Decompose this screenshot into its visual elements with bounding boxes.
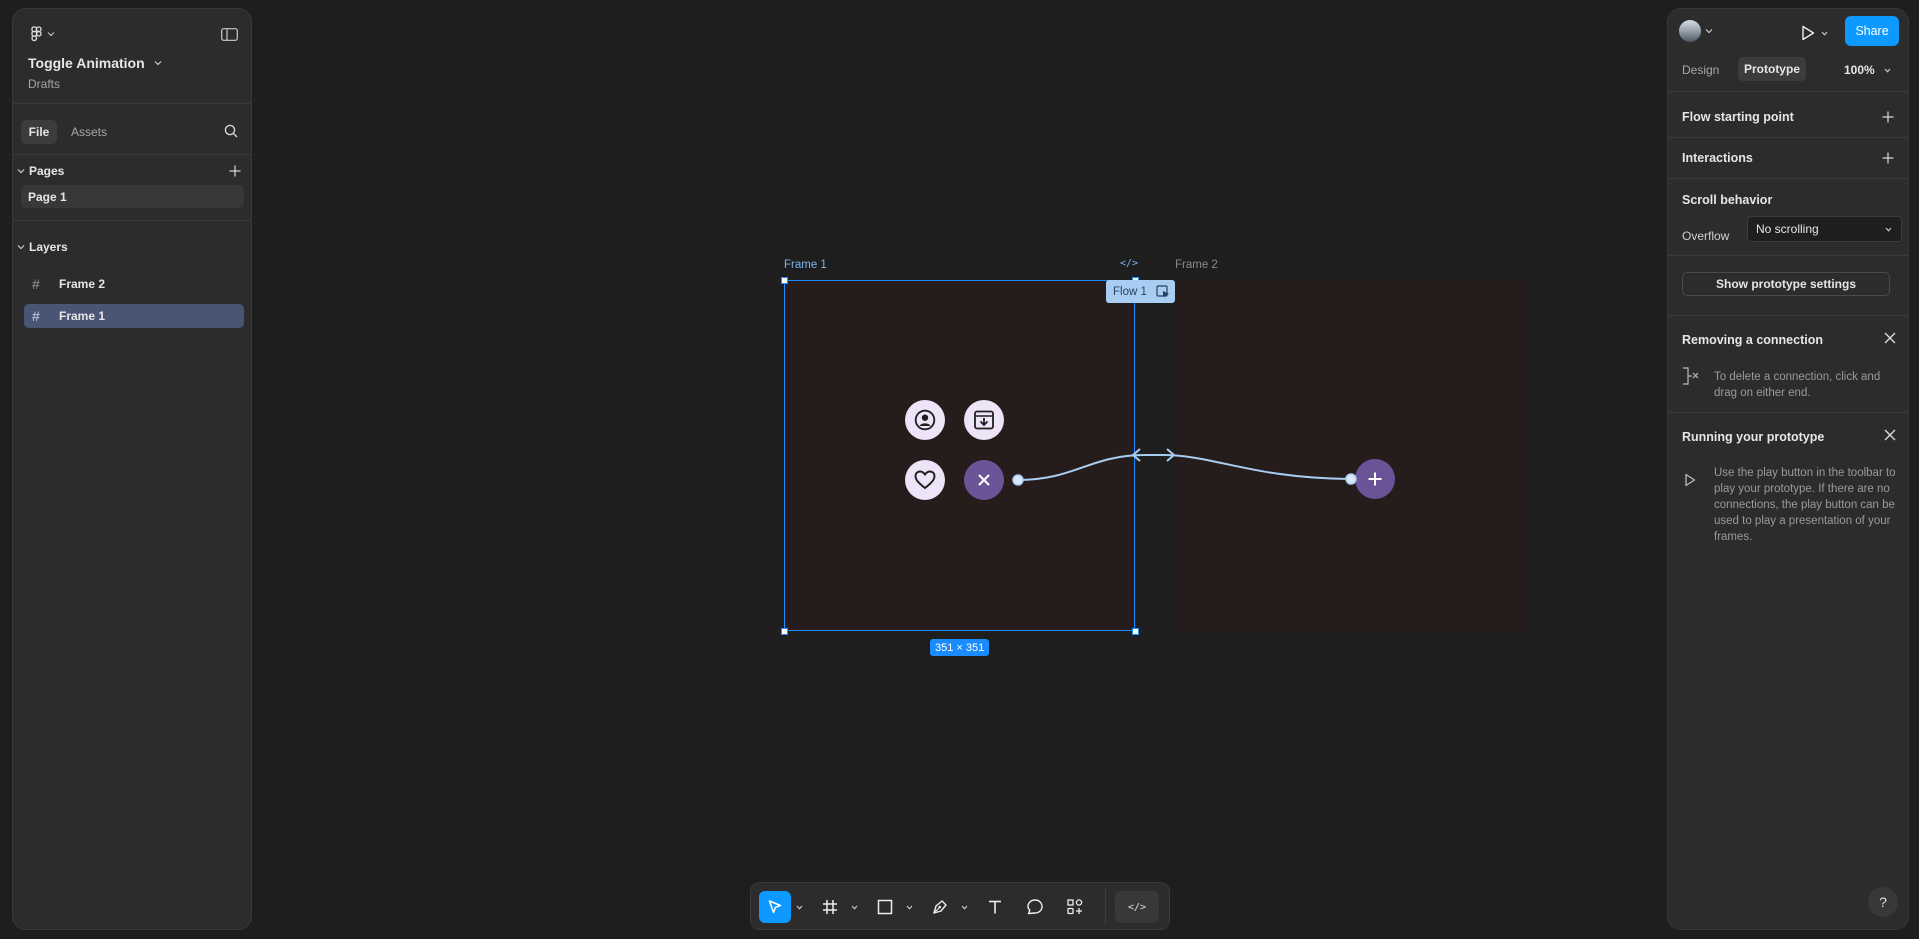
tab-prototype[interactable]: Prototype	[1738, 57, 1806, 81]
help-button[interactable]: ?	[1868, 887, 1898, 917]
chevron-down-icon	[1821, 31, 1827, 36]
divider	[1668, 255, 1908, 256]
prototype-connector[interactable]	[0, 0, 1919, 939]
frame-tool-icon	[823, 900, 837, 914]
pen-tool-icon	[933, 900, 947, 914]
running-prototype-text: Use the play button in the toolbar to pl…	[1714, 467, 1896, 543]
pen-tool-menu[interactable]	[959, 899, 969, 915]
text-tool-button[interactable]	[979, 891, 1011, 923]
running-prototype-title: Running your prototype	[1682, 430, 1825, 444]
toolbar-divider	[1105, 889, 1106, 925]
chevron-down-icon	[851, 905, 857, 910]
flow-starting-point-row[interactable]: Flow starting point	[1668, 97, 1908, 137]
dismiss-running-tip-button[interactable]	[1878, 423, 1902, 447]
play-icon	[1684, 473, 1696, 490]
plus-icon[interactable]	[1882, 111, 1894, 123]
move-tool-menu[interactable]	[794, 899, 804, 915]
text-tool-icon	[989, 900, 1001, 914]
present-options-button[interactable]	[1819, 27, 1829, 39]
actions-icon	[1067, 899, 1083, 915]
chevron-down-icon	[796, 905, 802, 910]
pen-tool-button[interactable]	[924, 891, 956, 923]
tab-design[interactable]: Design	[1682, 63, 1719, 77]
rectangle-tool-button[interactable]	[869, 891, 901, 923]
divider	[1668, 412, 1908, 413]
zoom-level: 100%	[1844, 63, 1875, 77]
move-tool-icon	[768, 900, 782, 914]
show-prototype-settings-button[interactable]: Show prototype settings	[1682, 272, 1890, 296]
help-icon: ?	[1879, 894, 1887, 910]
comment-tool-button[interactable]	[1019, 891, 1051, 923]
flow-starting-point-label: Flow starting point	[1682, 110, 1794, 124]
interactions-label: Interactions	[1682, 151, 1753, 165]
divider	[1668, 178, 1908, 179]
actions-button[interactable]	[1059, 891, 1091, 923]
right-panel: Share Design Prototype 100% Flow startin…	[1667, 8, 1909, 930]
dev-mode-icon: </>	[1127, 901, 1147, 913]
avatar	[1679, 20, 1701, 42]
connector-end-node	[1345, 473, 1357, 485]
move-tool-button[interactable]	[759, 891, 791, 923]
dev-mode-toggle[interactable]: </>	[1115, 891, 1159, 923]
dismiss-removing-tip-button[interactable]	[1878, 326, 1902, 350]
chevron-down-icon	[1705, 29, 1713, 34]
play-icon	[1802, 25, 1815, 41]
chevron-down-icon	[961, 905, 967, 910]
divider	[1668, 315, 1908, 316]
comment-tool-icon	[1027, 899, 1043, 915]
close-icon	[1884, 332, 1896, 344]
plus-icon[interactable]	[1882, 152, 1894, 164]
frame-tool-menu[interactable]	[849, 899, 859, 915]
zoom-menu[interactable]: 100%	[1844, 63, 1891, 77]
chevron-down-icon	[1884, 68, 1891, 73]
chevron-down-icon	[1885, 227, 1892, 232]
removing-connection-title: Removing a connection	[1682, 333, 1823, 347]
interactions-row[interactable]: Interactions	[1668, 138, 1908, 178]
divider	[1668, 91, 1908, 92]
overflow-select[interactable]: No scrolling	[1747, 216, 1902, 242]
remove-connection-icon	[1680, 365, 1702, 390]
scroll-behavior-header: Scroll behavior	[1682, 193, 1773, 207]
frame-tool-button[interactable]	[814, 891, 846, 923]
connector-start-node	[1012, 474, 1024, 486]
overflow-value: No scrolling	[1756, 222, 1819, 236]
user-menu[interactable]	[1679, 20, 1713, 42]
removing-connection-text: To delete a connection, click and drag o…	[1714, 371, 1881, 399]
shape-tool-menu[interactable]	[904, 899, 914, 915]
overflow-label: Overflow	[1682, 229, 1730, 243]
bottom-toolbar: </>	[750, 882, 1170, 930]
present-button[interactable]	[1798, 23, 1818, 43]
share-button[interactable]: Share	[1845, 16, 1899, 46]
chevron-down-icon	[906, 905, 912, 910]
close-icon	[1884, 429, 1896, 441]
rectangle-tool-icon	[877, 899, 893, 915]
